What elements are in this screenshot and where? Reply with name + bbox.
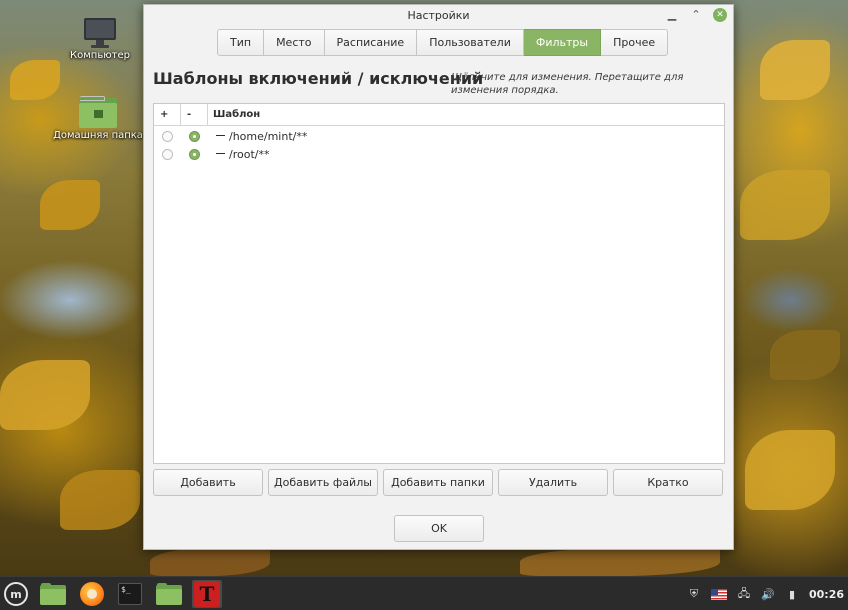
action-buttons: Добавить Добавить файлы Добавить папки У… (153, 469, 723, 496)
add-button[interactable]: Добавить (153, 469, 263, 496)
column-pattern[interactable]: Шаблон (208, 104, 260, 125)
exclude-radio[interactable] (189, 148, 200, 160)
hint-text: Щёлкните для изменения. Перетащите для и… (451, 72, 684, 96)
show-desktop-icon (40, 583, 66, 605)
network-icon[interactable]: 🖧 (737, 587, 751, 601)
pattern-list[interactable]: + - Шаблон /home/mint/** /root/** (153, 103, 725, 464)
settings-dialog: Настройки ▁ ⌃ ✕ Тип Место Расписание Пол… (143, 4, 734, 550)
remove-button[interactable]: Удалить (498, 469, 608, 496)
add-files-button[interactable]: Добавить файлы (268, 469, 378, 496)
column-include[interactable]: + (154, 104, 181, 125)
taskbar-files[interactable] (154, 580, 184, 608)
window-titlebar[interactable]: Настройки ▁ ⌃ ✕ (144, 5, 733, 27)
tab-users[interactable]: Пользователи (417, 29, 524, 56)
exclude-dash-icon (216, 135, 225, 136)
tab-type[interactable]: Тип (217, 29, 265, 56)
window-title: Настройки (407, 9, 470, 22)
volume-icon[interactable]: 🔊 (761, 587, 775, 601)
pattern-text: /root/** (229, 147, 270, 161)
battery-icon[interactable]: ▮ (785, 587, 799, 601)
keyboard-layout-flag-icon[interactable] (710, 588, 727, 600)
section-heading: Шаблоны включений / исключений (153, 69, 484, 88)
tab-misc[interactable]: Прочее (601, 29, 669, 56)
shield-icon[interactable]: ⛨ (687, 587, 701, 601)
taskbar-show-desktop[interactable] (38, 580, 68, 608)
tab-filters[interactable]: Фильтры (523, 29, 602, 56)
add-folders-button[interactable]: Добавить папки (383, 469, 493, 496)
clock[interactable]: 00:26 (809, 588, 844, 601)
menu-button[interactable]: m (1, 580, 31, 608)
timeshift-icon: T (194, 581, 220, 607)
taskbar-terminal[interactable]: $_ (115, 580, 145, 608)
taskbar-firefox[interactable] (77, 580, 107, 608)
home-folder-icon (79, 96, 117, 128)
pattern-text: /home/mint/** (229, 129, 308, 143)
computer-icon (82, 18, 118, 48)
ok-button[interactable]: OK (394, 515, 484, 542)
maximize-button[interactable]: ⌃ (689, 8, 703, 22)
column-exclude[interactable]: - (181, 104, 208, 125)
system-tray: ⛨ 🖧 🔊 ▮ 00:26 (687, 577, 844, 610)
include-radio[interactable] (162, 130, 173, 142)
minimize-button[interactable]: ▁ (665, 8, 679, 22)
list-item[interactable]: /home/mint/** (154, 127, 724, 145)
list-header: + - Шаблон (154, 104, 724, 126)
desktop-icon-label: Компьютер (70, 50, 130, 61)
taskbar: m $_ T ⛨ 🖧 🔊 ▮ 00:26 (0, 576, 848, 610)
taskbar-timeshift[interactable]: T (192, 580, 222, 608)
tab-location[interactable]: Место (264, 29, 325, 56)
terminal-icon: $_ (118, 583, 142, 605)
list-item[interactable]: /root/** (154, 145, 724, 163)
desktop-icon-label: Домашняя папка (53, 130, 143, 141)
folder-icon (156, 583, 182, 605)
desktop-icon-home[interactable]: Домашняя папка (48, 96, 148, 141)
include-radio[interactable] (162, 148, 173, 160)
summary-button[interactable]: Кратко (613, 469, 723, 496)
exclude-dash-icon (216, 153, 225, 154)
firefox-icon (80, 582, 104, 606)
desktop-icon-computer[interactable]: Компьютер (50, 18, 150, 61)
exclude-radio[interactable] (189, 130, 200, 142)
tab-schedule[interactable]: Расписание (324, 29, 418, 56)
tab-bar: Тип Место Расписание Пользователи Фильтр… (217, 29, 669, 56)
close-button[interactable]: ✕ (713, 8, 727, 22)
mint-menu-icon: m (4, 582, 28, 606)
